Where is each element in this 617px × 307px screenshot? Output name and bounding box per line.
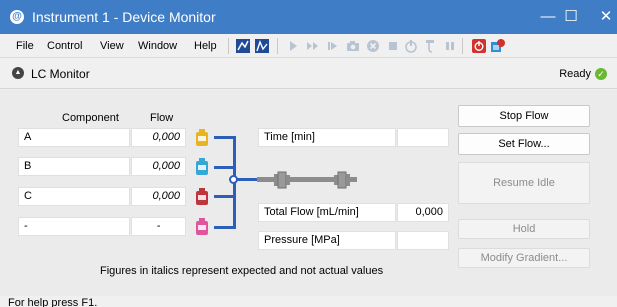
toolbar-separator [277,38,278,54]
column-outlet-fitting-icon [334,171,350,189]
mixer-icon [229,175,238,184]
flow-c-cell: 0,000 [131,187,186,206]
pour-icon[interactable] [423,38,439,54]
time-label: Time [min] [258,128,396,147]
panel-header: ▲ LC Monitor Ready ✓ [0,59,617,89]
time-value [397,128,449,147]
total-flow-value: 0,000 [397,203,449,222]
solvent-bottle-b-icon [196,158,208,175]
window-title: Instrument 1 - Device Monitor [32,9,216,25]
app-icon: @ [10,10,24,24]
step-icon[interactable] [325,38,341,54]
flow-d-cell: - [131,217,186,236]
menu-file[interactable]: File [16,40,34,52]
menu-control[interactable]: Control [47,40,82,52]
status-label: Ready [559,68,591,80]
resume-idle-button[interactable]: Resume Idle [458,162,590,204]
toolbar-separator [228,38,229,54]
pipe-b [214,166,235,169]
panel-title: LC Monitor [31,67,90,81]
status-bar: For help press F1. [0,296,617,307]
stop-flow-button[interactable]: Stop Flow [458,105,590,127]
component-a-cell: A [18,128,130,147]
play-icon[interactable] [285,38,301,54]
lc-monitor-content: Component Flow A 0,000 B 0,000 C 0,000 -… [0,90,617,296]
graph-icon[interactable] [235,38,251,54]
flow-header: Flow [150,112,174,124]
collapse-icon[interactable]: ▲ [12,67,24,79]
component-c-cell: C [18,187,130,206]
total-flow-label: Total Flow [mL/min] [258,203,396,222]
component-d-cell: - [18,217,130,236]
modify-gradient-button[interactable]: Modify Gradient... [458,248,590,268]
pressure-value [397,231,449,250]
pipe-c [214,195,235,198]
menu-bar: File Control View Window Help [0,34,617,58]
title-bar: @ Instrument 1 - Device Monitor — ☐ ✕ [0,0,617,34]
pipe-a [214,136,235,139]
solvent-bottle-a-icon [196,129,208,146]
solvent-bottle-d-icon [196,218,208,235]
status-bar-text: For help press F1. [8,297,98,307]
menu-help[interactable]: Help [194,40,217,52]
ready-check-icon: ✓ [595,68,607,80]
solvent-bottle-c-icon [196,188,208,205]
italics-footnote: Figures in italics represent expected an… [100,265,384,277]
emergency-stop-icon[interactable] [471,38,487,54]
menu-window[interactable]: Window [138,40,177,52]
snapshot-icon[interactable] [345,38,361,54]
fast-forward-icon[interactable] [305,38,321,54]
instrument-config-icon[interactable] [490,38,506,54]
flow-a-cell: 0,000 [131,128,186,147]
smart-shutdown-icon[interactable] [403,38,419,54]
close-button[interactable]: ✕ [583,0,617,34]
column-inlet-fitting-icon [274,171,290,189]
pause-icon[interactable] [442,38,458,54]
component-b-cell: B [18,157,130,176]
stop-icon[interactable] [385,38,401,54]
component-header: Component [62,112,119,124]
set-flow-button[interactable]: Set Flow... [458,133,590,155]
hold-button[interactable]: Hold [458,219,590,239]
pressure-label: Pressure [MPa] [258,231,396,250]
flow-b-cell: 0,000 [131,157,186,176]
pipe-d [214,226,235,229]
toolbar-separator [462,38,463,54]
calibrate-icon[interactable] [254,38,270,54]
menu-view[interactable]: View [100,40,124,52]
abort-icon[interactable] [365,38,381,54]
